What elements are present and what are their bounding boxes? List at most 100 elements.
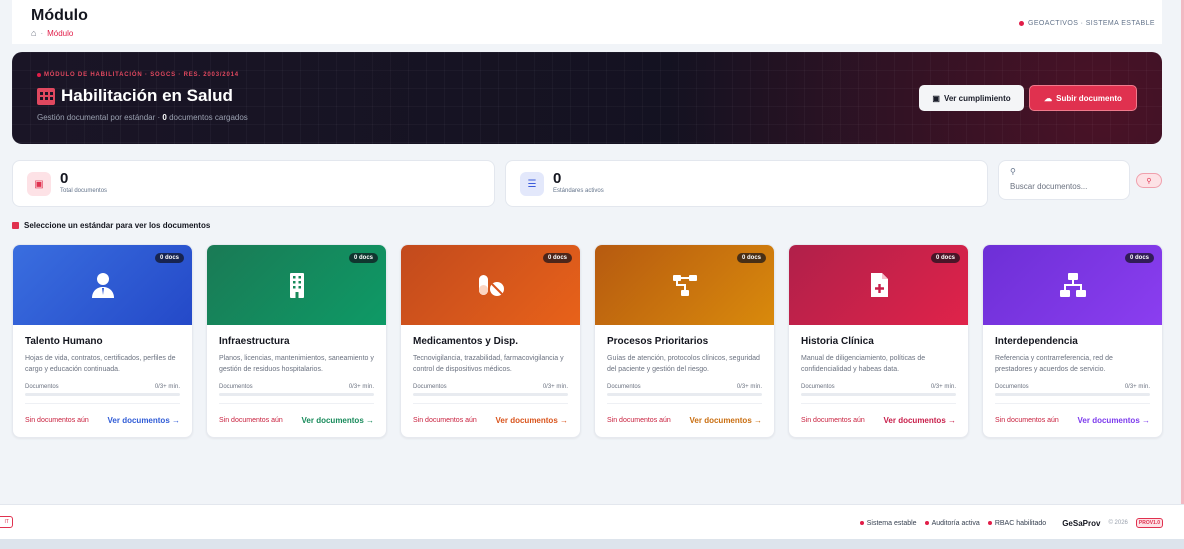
view-documents-link[interactable]: Ver documentos → — [690, 416, 762, 425]
system-status-text: GEOACTIVOS · SISTEMA ESTABLE — [1028, 20, 1155, 27]
top-bar: Módulo ⌂ · Módulo GEOACTIVOS · SISTEMA E… — [12, 0, 1162, 44]
doc-count-badge: 0 docs — [736, 253, 766, 263]
status-dot-icon — [859, 521, 864, 525]
card-title: Interdependencia — [995, 336, 1078, 347]
card-header: 0 docs — [595, 245, 774, 325]
hero-subtitle-suffix: documentos cargados — [166, 113, 248, 122]
view-compliance-button[interactable]: ▣ Ver cumplimiento — [919, 85, 1024, 111]
hero-subtitle: Gestión documental por estándar · 0 docu… — [37, 113, 248, 122]
view-documents-link[interactable]: Ver documentos → — [108, 416, 180, 425]
network-icon — [1059, 273, 1086, 297]
hero-kicker: MÓDULO DE HABILITACIÓN · SOGCS · RES. 20… — [37, 72, 239, 78]
view-documents-link[interactable]: Ver documentos → — [884, 416, 956, 425]
card-title: Medicamentos y Disp. — [413, 336, 519, 347]
card-description: Manual de diligenciamiento, políticas de… — [801, 355, 926, 373]
empty-state-text: Sin documentos aún — [801, 417, 865, 424]
footer-status-item: Sistema estable — [859, 519, 917, 527]
section-label: Seleccione un estándar para ver los docu… — [12, 221, 210, 230]
card-description: Hojas de vida, contratos, certificados, … — [25, 355, 176, 373]
empty-state-text: Sin documentos aún — [219, 417, 283, 424]
card-header: 0 docs — [207, 245, 386, 325]
layers-icon: ☰ — [520, 172, 544, 196]
card-header: 0 docs — [13, 245, 192, 325]
progress-bar — [801, 393, 956, 396]
search-icon: ⚲ — [1010, 167, 1016, 176]
stat-total-value: 0 — [60, 170, 69, 187]
progress-bar — [25, 393, 180, 396]
footer-status-text: Auditoría activa — [931, 519, 980, 527]
progress-value: 0/3+ mín. — [542, 384, 568, 390]
empty-state-text: Sin documentos aún — [995, 417, 1059, 424]
clipboard-check-icon: ▣ — [932, 93, 940, 103]
card-title: Historia Clínica — [801, 336, 874, 347]
hero-subtitle-prefix: Gestión documental por estándar · — [37, 113, 163, 122]
status-dot-icon — [987, 521, 992, 525]
card-description: Tecnovigilancia, trazabilidad, farmacovi… — [413, 355, 564, 373]
view-documents-link[interactable]: Ver documentos → — [496, 416, 568, 425]
search-box: ⚲ — [998, 160, 1130, 200]
breadcrumb: ⌂ · Módulo — [31, 28, 73, 38]
section-marker-icon — [12, 222, 19, 229]
view-compliance-label: Ver cumplimiento — [943, 93, 1011, 103]
view-documents-link[interactable]: Ver documentos → — [302, 416, 374, 425]
progress-value: 0/3+ mín. — [348, 384, 374, 390]
progress-label: Documentos — [25, 384, 59, 390]
footer-copyright: © 2026 — [1108, 520, 1128, 526]
footer-left-badge: IT — [0, 516, 13, 528]
standard-card-historia-clinica[interactable]: 0 docs Historia Clínica Manual de dilige… — [788, 244, 969, 438]
cloud-upload-icon: ☁ — [1044, 93, 1053, 103]
stat-standards-label: Estándares activos — [553, 188, 604, 194]
pdf-file-icon: ▣ — [27, 172, 51, 196]
empty-state-text: Sin documentos aún — [413, 417, 477, 424]
card-header: 0 docs — [401, 245, 580, 325]
standard-card-procesos[interactable]: 0 docs Procesos Prioritarios Guías de at… — [594, 244, 775, 438]
footer-status-item: RBAC habilitado — [987, 520, 1046, 527]
search-button[interactable]: ⚲ — [1136, 173, 1162, 188]
doc-count-badge: 0 docs — [1124, 253, 1154, 263]
medical-file-icon — [870, 273, 888, 297]
progress-bar — [413, 393, 568, 396]
card-title: Talento Humano — [25, 336, 103, 347]
standard-card-talento-humano[interactable]: 0 docs Talento Humano Hojas de vida, con… — [12, 244, 193, 438]
progress-label: Documentos — [995, 384, 1029, 390]
doc-count-badge: 0 docs — [154, 253, 184, 263]
footer-status-list: Sistema estable Auditoría activa RBAC ha… — [859, 518, 1163, 528]
stat-total-label: Total documentos — [60, 188, 108, 194]
sitemap-icon — [672, 275, 697, 296]
progress-label: Documentos — [413, 384, 447, 390]
footer-brand: GeSaProv — [1062, 518, 1101, 528]
card-title: Procesos Prioritarios — [607, 336, 709, 347]
home-icon[interactable]: ⌂ — [31, 28, 36, 38]
progress-value: 0/3+ mín. — [154, 384, 180, 390]
card-title: Infraestructura — [219, 336, 290, 347]
status-dot-icon — [924, 521, 929, 525]
card-description: Guías de atención, protocolos clínicos, … — [607, 355, 760, 373]
hero-banner: MÓDULO DE HABILITACIÓN · SOGCS · RES. 20… — [12, 52, 1162, 144]
empty-state-text: Sin documentos aún — [607, 417, 671, 424]
standard-card-interdependencia[interactable]: 0 docs Interdependencia Referencia y con… — [982, 244, 1163, 438]
search-input[interactable] — [1010, 182, 1122, 191]
stat-total-documents: ▣ 0 Total documentos — [12, 160, 495, 207]
kicker-dot-icon — [37, 73, 41, 77]
progress-bar — [219, 393, 374, 396]
view-documents-link[interactable]: Ver documentos → — [1078, 416, 1150, 425]
empty-state-text: Sin documentos aún — [25, 417, 89, 424]
card-description: Referencia y contrarreferencia, red de p… — [995, 355, 1113, 373]
system-status: GEOACTIVOS · SISTEMA ESTABLE — [1019, 20, 1155, 27]
version-badge: PROV1.0 — [1135, 518, 1163, 528]
user-tie-icon — [91, 273, 114, 298]
standard-card-infraestructura[interactable]: 0 docs Infraestructura Planos, licencias… — [206, 244, 387, 438]
progress-value: 0/3+ mín. — [736, 384, 762, 390]
upload-document-button[interactable]: ☁ Subir documento — [1029, 85, 1137, 111]
section-label-text: Seleccione un estándar para ver los docu… — [24, 221, 211, 230]
progress-bar — [995, 393, 1150, 396]
standard-card-medicamentos[interactable]: 0 docs Medicamentos y Disp. Tecnovigilan… — [400, 244, 581, 438]
pills-icon — [478, 275, 504, 296]
bottom-strip — [0, 539, 1184, 549]
footer-status-item: Auditoría activa — [924, 519, 980, 527]
progress-value: 0/3+ mín. — [930, 384, 956, 390]
progress-label: Documentos — [607, 384, 641, 390]
building-icon — [289, 273, 304, 298]
footer-status-text: Sistema estable — [866, 519, 917, 527]
breadcrumb-current: Módulo — [47, 28, 74, 38]
